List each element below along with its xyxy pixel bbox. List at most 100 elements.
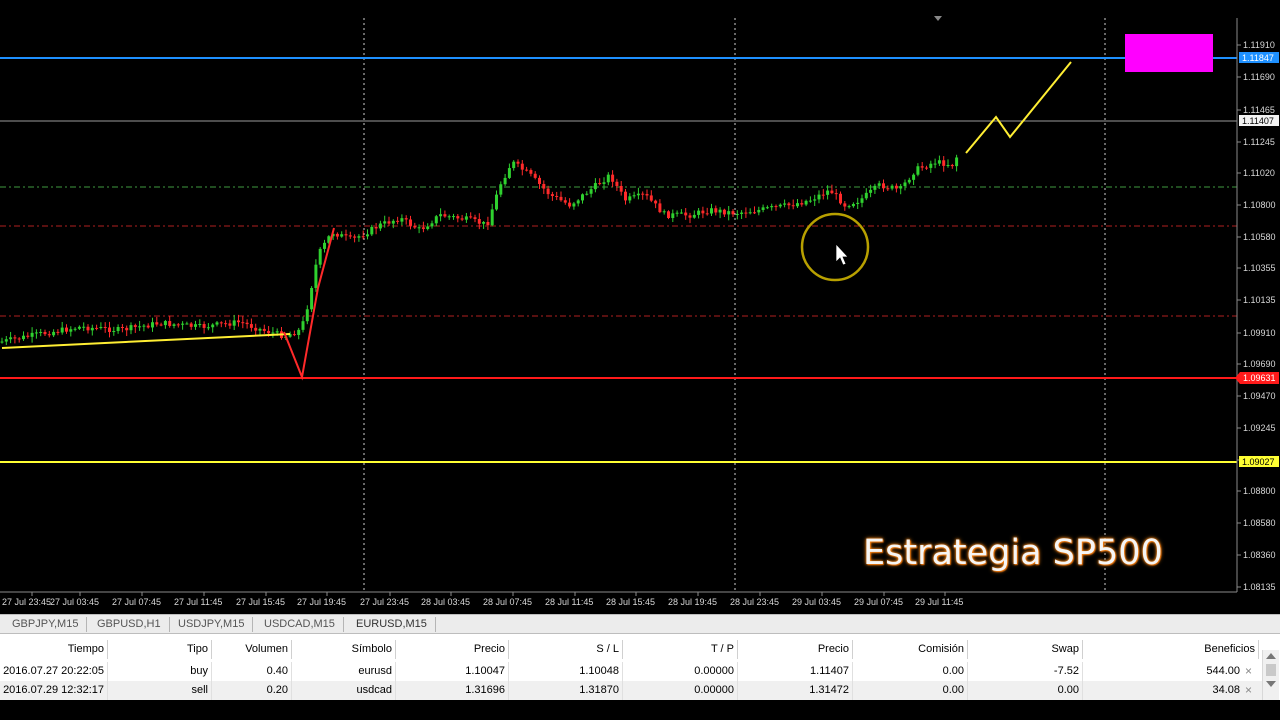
candle-body	[559, 196, 563, 201]
projection-line[interactable]	[965, 61, 1072, 154]
header-tiempo[interactable]: Tiempo	[0, 640, 108, 659]
candle-body	[619, 185, 623, 192]
candle-body	[615, 181, 619, 186]
candle-body	[847, 206, 851, 208]
candle-body	[396, 220, 400, 222]
candle-body	[920, 166, 924, 168]
candle-body	[688, 215, 692, 218]
magenta-target-box[interactable]	[1125, 34, 1213, 72]
candle-body	[224, 323, 228, 325]
header-swap[interactable]: Swap	[968, 640, 1083, 659]
candle-body	[434, 216, 438, 224]
candle-body	[645, 194, 649, 196]
candle-body	[473, 217, 477, 220]
candle-body	[778, 204, 782, 207]
scroll-down-icon[interactable]	[1266, 681, 1276, 687]
candle-body	[275, 331, 279, 333]
candle-body	[56, 331, 60, 333]
candle-body	[409, 219, 412, 226]
candle-body	[344, 234, 348, 236]
cell-tiempo: 2016.07.29 12:32:17	[0, 681, 108, 700]
candle-body	[890, 185, 894, 189]
time-label: 27 Jul 07:45	[112, 597, 161, 607]
candle-body	[108, 327, 111, 333]
cell-simbolo: usdcad	[292, 681, 396, 700]
candle-body	[482, 222, 486, 224]
candle-body	[163, 321, 167, 326]
candle-body	[877, 183, 881, 186]
trend-line-yellow[interactable]	[1, 333, 291, 349]
header-tipo[interactable]: Tipo	[108, 640, 212, 659]
tab-usdcad-m15[interactable]: USDCAD,M15	[256, 617, 344, 632]
tab-gbpjpy-m15[interactable]: GBPJPY,M15	[4, 617, 88, 632]
tab-usdjpy-m15[interactable]: USDJPY,M15	[170, 617, 254, 632]
cell-precio-actual: 1.11407	[738, 662, 853, 681]
tab-eurusd-m15[interactable]: EURUSD,M15	[348, 617, 436, 632]
cell-tipo: buy	[108, 662, 212, 681]
header-simbolo[interactable]: Símbolo	[292, 640, 396, 659]
table-row[interactable]: 2016.07.27 20:22:05 buy 0.40 eurusd 1.10…	[0, 662, 1262, 681]
price-chart[interactable]: 1.11910 1.11690 1.11465 1.11245 1.11020 1.108…	[0, 0, 1280, 614]
candlestick-series	[0, 154, 959, 346]
candle-body	[421, 227, 425, 229]
time-label: 27 Jul 15:45	[236, 597, 285, 607]
candle-body	[77, 326, 81, 329]
scrollbar-thumb[interactable]	[1266, 664, 1276, 676]
time-label: 28 Jul 23:45	[730, 597, 779, 607]
tab-gbpusd-h1[interactable]: GBPUSD,H1	[89, 617, 170, 632]
cell-beneficios: 34.08	[1212, 684, 1240, 696]
candle-body	[228, 323, 232, 326]
candle-body	[417, 227, 421, 229]
candle-body	[495, 194, 498, 210]
candle-body	[602, 182, 606, 184]
candle-body	[13, 337, 17, 339]
table-row[interactable]: 2016.07.29 12:32:17 sell 0.20 usdcad 1.3…	[0, 681, 1262, 700]
candle-body	[628, 196, 632, 201]
close-position-icon[interactable]: ×	[1245, 681, 1257, 700]
time-axis: 27 Jul 23:4527 Jul 03:45 27 Jul 07:45 27 J…	[2, 592, 963, 607]
candle-body	[864, 192, 868, 199]
candle-body	[198, 324, 202, 326]
candle-body	[757, 209, 761, 213]
candle-body	[804, 200, 808, 205]
candle-body	[525, 169, 529, 171]
candle-body	[60, 327, 64, 333]
window-bottom-edge	[0, 700, 1280, 720]
scroll-up-icon[interactable]	[1266, 653, 1276, 659]
time-label: 29 Jul 07:45	[854, 597, 903, 607]
yellow-line-tag: 1.09027	[1239, 456, 1279, 467]
candle-body	[120, 327, 124, 329]
candle-body	[374, 226, 378, 229]
candle-body	[796, 203, 799, 207]
header-beneficios[interactable]: Beneficios	[1083, 640, 1259, 659]
cell-precio-apertura: 1.31696	[396, 681, 509, 700]
candle-body	[43, 332, 47, 335]
candle-body	[90, 327, 94, 331]
header-precio-actual[interactable]: Precio	[738, 640, 853, 659]
header-sl[interactable]: S / L	[509, 640, 623, 659]
header-precio-apertura[interactable]: Precio	[396, 640, 509, 659]
price-label: 1.10580	[1243, 232, 1276, 242]
candle-body	[955, 157, 959, 167]
candle-body	[649, 195, 653, 201]
header-tp[interactable]: T / P	[623, 640, 738, 659]
candle-body	[679, 212, 683, 214]
candle-body	[572, 203, 576, 207]
spike-line-red[interactable]	[283, 227, 335, 381]
candle-body	[447, 216, 451, 218]
close-position-icon[interactable]: ×	[1245, 662, 1257, 681]
candle-body	[516, 161, 520, 164]
price-label: 1.09245	[1243, 423, 1276, 433]
price-label: 1.09470	[1243, 391, 1276, 401]
scroll-marker-icon[interactable]	[934, 16, 942, 21]
candle-body	[933, 163, 937, 165]
candle-body	[391, 220, 395, 224]
time-label: 28 Jul 07:45	[483, 597, 532, 607]
candle-body	[430, 223, 434, 227]
candle-body	[292, 334, 296, 336]
candle-body	[684, 212, 688, 216]
candle-body	[73, 328, 77, 330]
header-comision[interactable]: Comisión	[853, 640, 968, 659]
header-volumen[interactable]: Volumen	[212, 640, 292, 659]
time-label: 28 Jul 11:45	[545, 597, 593, 607]
